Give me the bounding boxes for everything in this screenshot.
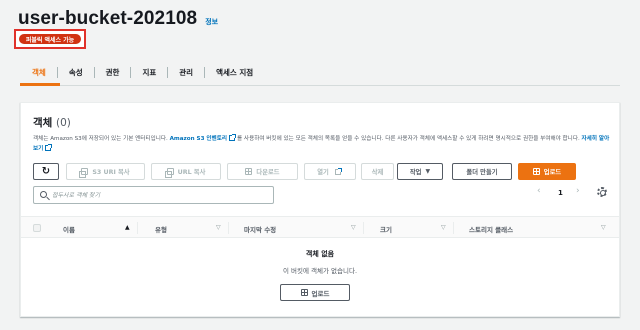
- external-link-icon: [45, 144, 53, 151]
- sort-icon[interactable]: ▽: [216, 224, 221, 231]
- tab-management[interactable]: 관리: [167, 67, 204, 78]
- delete-button[interactable]: 삭제: [361, 163, 394, 180]
- download-label: 다운로드: [256, 169, 280, 176]
- open-button[interactable]: 열기: [304, 163, 356, 180]
- page-header: user-bucket-202108 정보: [18, 8, 218, 30]
- search-input[interactable]: [52, 189, 267, 201]
- panel-description: 객체는 Amazon S3에 저장되어 있는 기본 엔터티입니다. Amazon…: [33, 134, 613, 154]
- copy-url-button[interactable]: URL 복사: [151, 163, 221, 180]
- column-size[interactable]: 크기: [380, 224, 392, 234]
- select-all-checkbox[interactable]: [33, 224, 41, 232]
- next-page-button[interactable]: ›: [576, 186, 580, 196]
- gear-icon[interactable]: [597, 187, 607, 197]
- column-divider: [363, 222, 364, 234]
- external-link-icon: [229, 134, 236, 141]
- desc-text-1: 객체는 Amazon S3에 저장되어 있는 기본 엔터티입니다.: [33, 136, 170, 142]
- object-count: (0): [55, 117, 71, 129]
- delete-label: 삭제: [371, 169, 384, 176]
- actions-label: 작업: [409, 169, 422, 176]
- column-divider: [137, 222, 138, 234]
- copy-url-label: URL 복사: [177, 169, 206, 176]
- open-label: 열기: [317, 169, 329, 176]
- empty-state-description: 이 버킷에 객체가 없습니다.: [282, 267, 358, 275]
- column-last-modified[interactable]: 마지막 수정: [244, 224, 276, 234]
- panel-title: 객체 (0): [33, 115, 71, 130]
- table-header: 이름 ▲ 유형 ▽ 마지막 수정 ▽ 크기 ▽ 스토리지 클래스 ▽: [21, 216, 619, 238]
- active-tab-indicator: [20, 83, 60, 86]
- column-name[interactable]: 이름: [63, 224, 75, 234]
- empty-upload-label: 업로드: [311, 289, 330, 298]
- column-divider: [228, 222, 229, 234]
- external-link-icon: [334, 168, 342, 175]
- refresh-button[interactable]: ↻: [33, 163, 59, 180]
- objects-panel: 객체 (0) 객체는 Amazon S3에 저장되어 있는 기본 엔터티입니다.…: [20, 102, 620, 317]
- info-link[interactable]: 정보: [205, 17, 218, 27]
- sort-icon[interactable]: ▽: [441, 224, 446, 231]
- bucket-tabs: 객체 속성 권한 지표 관리 액세스 지점: [20, 60, 620, 86]
- tab-objects[interactable]: 객체: [20, 67, 57, 78]
- upload-button[interactable]: 업로드: [518, 163, 576, 180]
- public-access-highlight: 퍼블릭 액세스 가능: [14, 29, 86, 49]
- create-folder-button[interactable]: 폴더 만들기: [452, 163, 512, 180]
- download-button[interactable]: 다운로드: [227, 163, 298, 180]
- desc-text-2: 를 사용하여 버킷에 있는 모든 객체의 목록을 얻을 수 있습니다. 다른 사…: [237, 136, 580, 142]
- copy-icon: [79, 168, 89, 178]
- empty-state-title: 객체 없음: [305, 250, 335, 258]
- tab-metrics[interactable]: 지표: [130, 67, 167, 78]
- search-box: [33, 186, 274, 204]
- empty-state-upload-button[interactable]: 업로드: [280, 284, 350, 301]
- sort-icon[interactable]: ▽: [601, 224, 606, 231]
- upload-label: 업로드: [543, 169, 562, 176]
- sort-asc-icon[interactable]: ▲: [125, 224, 130, 231]
- create-folder-label: 폴더 만들기: [466, 169, 498, 176]
- caret-down-icon: ▼: [425, 168, 431, 175]
- page-number[interactable]: 1: [558, 189, 563, 197]
- copy-icon: [164, 168, 174, 178]
- bucket-title: user-bucket-202108: [18, 8, 198, 29]
- copy-s3-uri-label: S3 URI 복사: [92, 169, 130, 176]
- prev-page-button[interactable]: ‹: [537, 186, 541, 196]
- actions-dropdown[interactable]: 작업 ▼: [397, 163, 443, 180]
- inventory-link[interactable]: Amazon S3 인벤토리: [170, 136, 227, 142]
- download-icon: [245, 168, 253, 175]
- tab-permissions[interactable]: 권한: [93, 67, 131, 78]
- public-access-badge: 퍼블릭 액세스 가능: [19, 34, 81, 44]
- tab-properties[interactable]: 속성: [56, 67, 94, 78]
- upload-icon: [532, 168, 540, 175]
- column-divider: [453, 222, 454, 234]
- column-storage-class[interactable]: 스토리지 클래스: [469, 224, 513, 234]
- sort-icon[interactable]: ▽: [351, 224, 356, 231]
- tab-access-points[interactable]: 액세스 지점: [204, 67, 264, 78]
- copy-s3-uri-button[interactable]: S3 URI 복사: [66, 163, 145, 180]
- panel-title-text: 객체: [33, 117, 53, 129]
- column-type[interactable]: 유형: [155, 224, 167, 234]
- upload-icon: [300, 289, 308, 296]
- refresh-icon: ↻: [41, 165, 51, 177]
- search-icon: [40, 191, 47, 198]
